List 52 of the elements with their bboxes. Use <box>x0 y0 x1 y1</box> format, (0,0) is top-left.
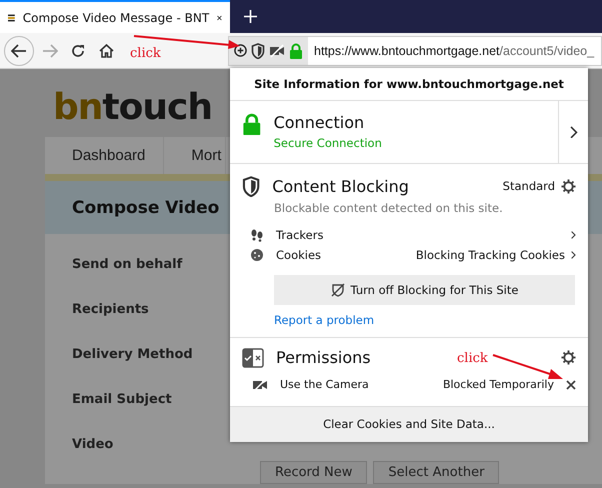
permission-label: Use the Camera <box>280 378 369 392</box>
turn-off-blocking-button[interactable]: Turn off Blocking for This Site <box>274 274 575 305</box>
shield-icon <box>242 176 260 197</box>
report-problem-link[interactable]: Report a problem <box>274 312 374 327</box>
blocking-mode: Standard <box>502 179 555 194</box>
field-label: Delivery Method <box>72 346 193 364</box>
camera-blocked-icon <box>269 44 285 58</box>
new-tab-icon[interactable] <box>244 10 256 23</box>
section-title: Permissions <box>276 348 371 368</box>
field-label: Video <box>72 436 114 454</box>
reload-icon <box>71 44 85 58</box>
blocking-item[interactable]: Cookies Blocking Tracking Cookies <box>242 244 576 265</box>
close-icon[interactable] <box>566 380 576 390</box>
panel-title: Site Information for www.bntouchmortgage.net <box>230 68 588 101</box>
url-text: https://www.bntouchmortgage.net/account5/video_ <box>313 44 594 58</box>
footprints-icon <box>250 228 264 242</box>
cookie-icon <box>250 248 264 262</box>
chevron-right-icon <box>571 230 576 239</box>
info-icon[interactable] <box>234 44 247 57</box>
chevron-right-icon <box>571 250 576 259</box>
annotation-label: click <box>130 46 161 61</box>
connection-status: Secure Connection <box>274 136 382 150</box>
settings-icon[interactable] <box>561 178 576 194</box>
settings-icon[interactable] <box>561 350 576 366</box>
field-label: Email Subject <box>72 391 172 409</box>
clear-cookies-button[interactable]: Clear Cookies and Site Data... <box>230 406 588 442</box>
permissions-icon <box>242 348 264 368</box>
page-heading: Compose Video <box>72 198 220 218</box>
section-title: Content Blocking <box>272 176 409 196</box>
field-label: Send on behalf <box>72 256 182 274</box>
nav-tab[interactable]: Mort <box>164 137 226 174</box>
video-button[interactable]: Record New <box>260 461 368 484</box>
field-label: Recipients <box>72 301 149 319</box>
nav-tab[interactable]: Dashboard <box>45 137 164 174</box>
annotation-label: click <box>457 351 488 366</box>
back-arrow-icon <box>11 44 27 58</box>
permission-state: Blocked Temporarily <box>442 378 554 392</box>
forward-arrow-icon <box>42 44 58 58</box>
back-button[interactable] <box>4 36 34 66</box>
section-title: Connection <box>274 113 366 132</box>
address-bar[interactable]: https://www.bntouchmortgage.net/account5/video_ <box>228 36 602 66</box>
annotation-arrow <box>493 354 563 380</box>
chevron-right-icon <box>570 126 578 138</box>
lock-icon <box>242 113 262 136</box>
home-icon <box>98 44 114 58</box>
blocking-item[interactable]: Trackers <box>242 224 576 245</box>
lock-icon <box>289 42 303 58</box>
shield-icon <box>251 42 265 58</box>
section-description: Blockable content detected on this site. <box>274 200 504 215</box>
video-button[interactable]: Select Another <box>373 461 500 484</box>
shield-off-icon <box>330 282 345 297</box>
logo: bntouch <box>53 86 212 128</box>
